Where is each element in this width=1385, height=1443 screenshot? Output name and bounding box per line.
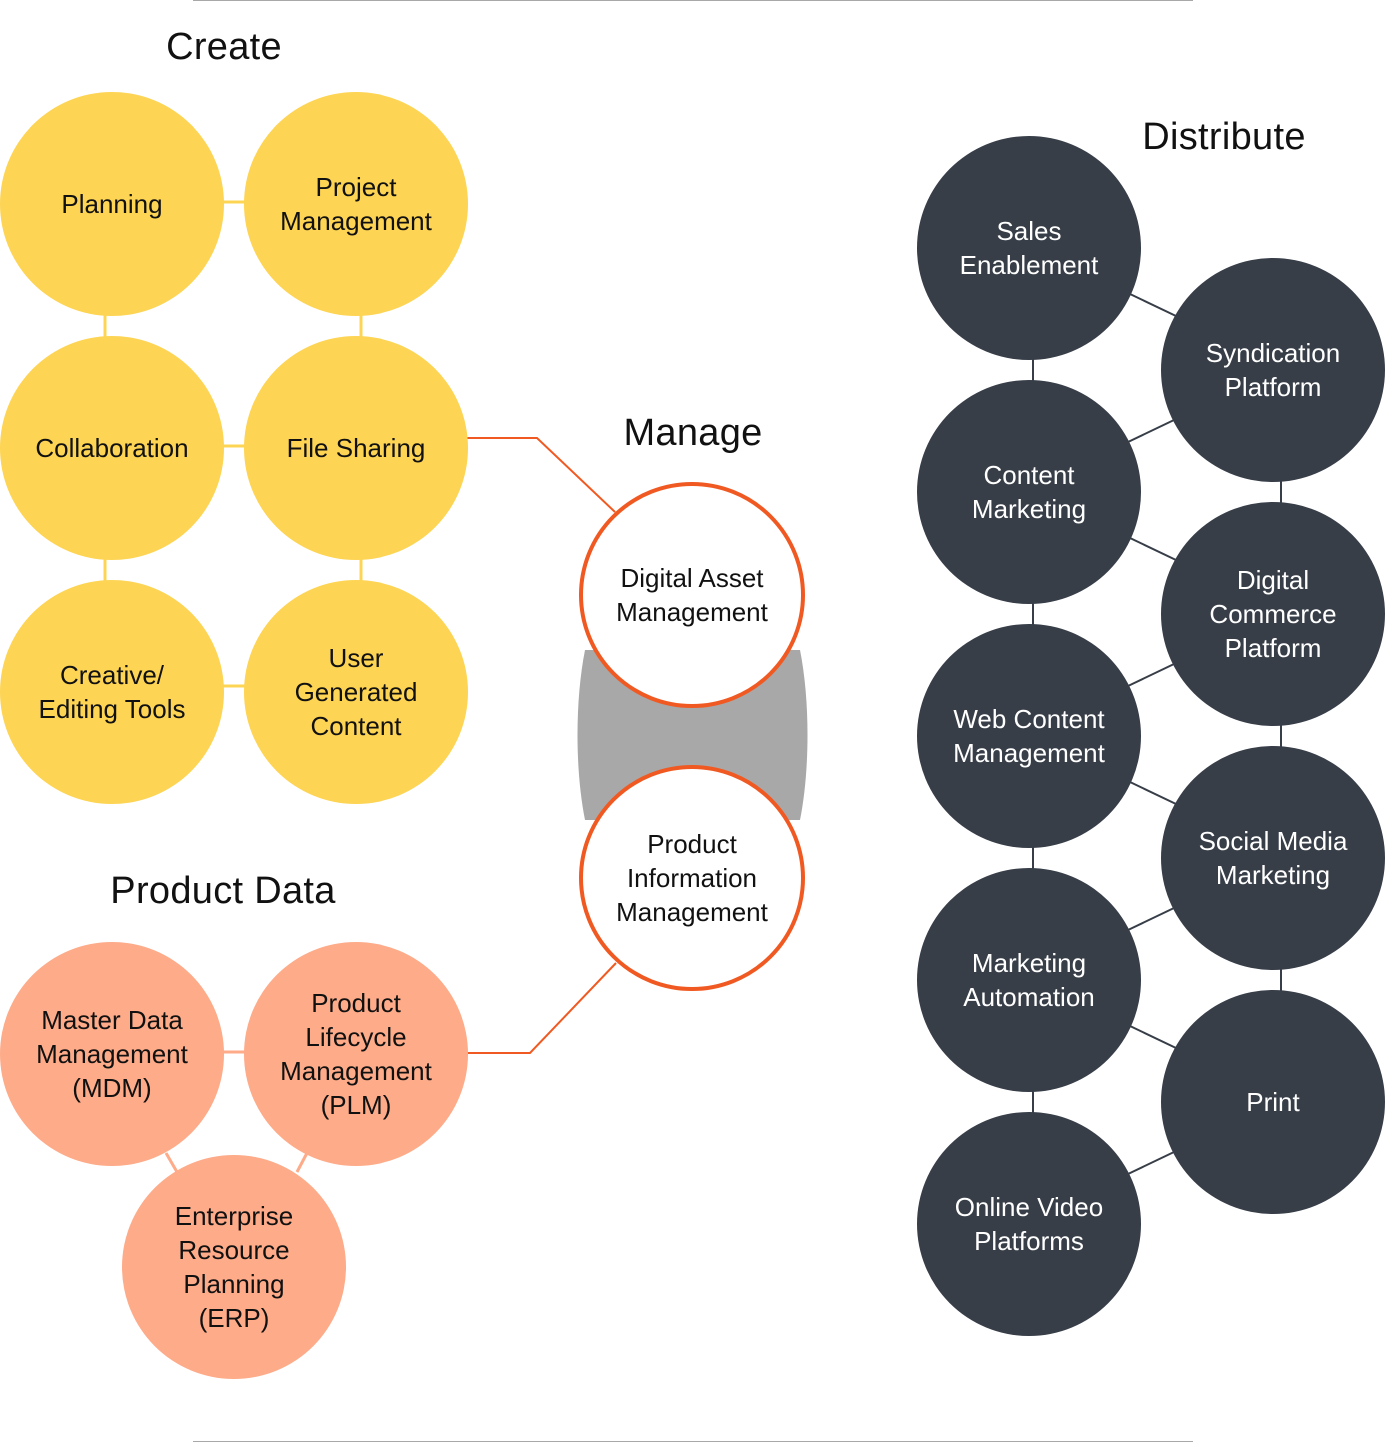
node-creative-editing-tools[interactable]: Creative/ Editing Tools (0, 580, 224, 804)
connector-content-commerce (1129, 537, 1177, 561)
node-user-generated-content[interactable]: User Generated Content (244, 580, 468, 804)
connector-mdm-erp (164, 1152, 179, 1173)
node-label: Creative/ Editing Tools (38, 660, 186, 724)
link-filesharing-dam (467, 437, 616, 513)
node-collaboration[interactable]: Collaboration (0, 336, 224, 560)
connector-web-social (1129, 781, 1177, 805)
node-label: Online Video Platforms (954, 1192, 1104, 1256)
node-digital-asset-management[interactable]: Digital Asset Management (579, 482, 805, 708)
node-product-information-management[interactable]: Product Information Management (579, 765, 805, 991)
node-erp[interactable]: Enterprise Resource Planning (ERP) (122, 1155, 346, 1379)
connector-automation-print (1129, 1025, 1177, 1049)
node-label: User Generated Content (294, 643, 418, 741)
node-label: Planning (61, 189, 163, 219)
node-online-video-platforms[interactable]: Online Video Platforms (917, 1112, 1141, 1336)
node-label: Product Information Management (616, 829, 768, 927)
node-content-marketing[interactable]: Content Marketing (917, 380, 1141, 604)
link-plm-pim (467, 962, 617, 1054)
node-label: Marketing Automation (963, 948, 1095, 1012)
node-label: Sales Enablement (959, 216, 1099, 280)
node-label: Content Marketing (971, 460, 1087, 524)
node-label: Digital Asset Management (616, 563, 768, 627)
node-social-media-marketing[interactable]: Social Media Marketing (1161, 746, 1385, 970)
connector-content-syndication (1127, 419, 1175, 443)
node-mdm[interactable]: Master Data Management (MDM) (0, 942, 224, 1166)
node-label: Social Media Marketing (1198, 826, 1348, 890)
product-data-heading: Product Data (110, 870, 336, 912)
connector-sales-syndication (1129, 293, 1177, 317)
node-plm[interactable]: Product Lifecycle Management (PLM) (244, 942, 468, 1166)
node-digital-commerce-platform[interactable]: Digital Commerce Platform (1161, 502, 1385, 726)
node-label: Print (1246, 1087, 1300, 1117)
create-heading: Create (166, 26, 282, 68)
node-label: Project Management (280, 172, 432, 236)
node-planning[interactable]: Planning (0, 92, 224, 316)
node-label: Collaboration (35, 433, 189, 463)
distribute-heading: Distribute (1142, 116, 1306, 158)
node-marketing-automation[interactable]: Marketing Automation (917, 868, 1141, 1092)
node-label: Digital Commerce Platform (1209, 565, 1337, 663)
node-sales-enablement[interactable]: Sales Enablement (917, 136, 1141, 360)
node-file-sharing[interactable]: File Sharing (244, 336, 468, 560)
node-syndication-platform[interactable]: Syndication Platform (1161, 258, 1385, 482)
node-web-content-management[interactable]: Web Content Management (917, 624, 1141, 848)
connector-video-print (1127, 1151, 1175, 1175)
connector-automation-social (1127, 907, 1175, 931)
node-label: Web Content Management (953, 704, 1105, 768)
manage-heading: Manage (623, 412, 763, 454)
node-label: Master Data Management (MDM) (36, 1005, 188, 1103)
connector-web-commerce (1127, 663, 1175, 687)
node-project-management[interactable]: Project Management (244, 92, 468, 316)
connector-plm-erp (295, 1152, 309, 1173)
node-label: Product Lifecycle Management (PLM) (280, 988, 432, 1120)
node-label: File Sharing (286, 433, 426, 463)
node-print[interactable]: Print (1161, 990, 1385, 1214)
node-label: Syndication Platform (1205, 338, 1341, 402)
node-label: Enterprise Resource Planning (ERP) (174, 1201, 294, 1333)
